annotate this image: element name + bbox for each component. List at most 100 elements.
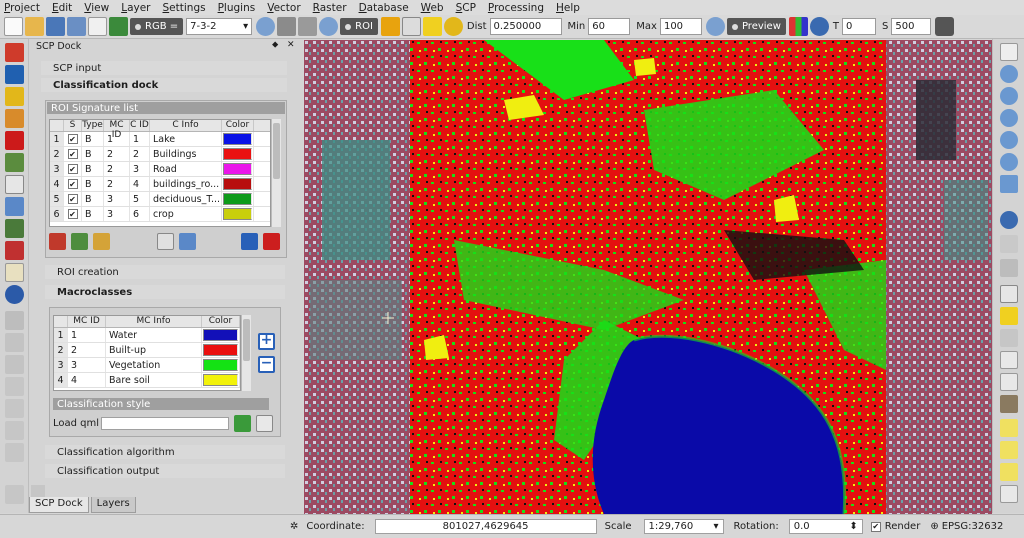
menu-processing[interactable]: Processing (488, 2, 544, 14)
c-id-cell[interactable]: 1 (130, 132, 150, 146)
print-composer-icon[interactable] (88, 17, 107, 36)
roi-creation-section[interactable]: ROI creation (45, 265, 285, 279)
import-signature-icon[interactable] (241, 233, 258, 250)
column-header[interactable]: C Info (150, 120, 222, 131)
post-processing-icon[interactable] (5, 109, 24, 128)
zoom-to-preview-icon[interactable] (705, 17, 725, 36)
table-row[interactable]: 3 3 Vegetation (54, 358, 240, 373)
c-info-cell[interactable]: crop (150, 207, 222, 221)
color-swatch[interactable] (203, 329, 238, 341)
pan-hand-icon[interactable] (1000, 43, 1018, 61)
measure-area-icon[interactable] (1000, 259, 1018, 277)
save-as-icon[interactable] (67, 17, 86, 36)
macroclasses-section[interactable]: Macroclasses (45, 285, 285, 299)
select-feature-icon[interactable] (1000, 285, 1018, 303)
epsg-label[interactable]: EPSG:32632 (942, 521, 1004, 532)
tools-icon[interactable] (5, 219, 24, 238)
zoom-to-image-icon[interactable] (256, 17, 276, 36)
color-cell[interactable] (202, 373, 240, 387)
pre-processing-icon[interactable] (5, 87, 24, 106)
scrollbar-thumb[interactable] (273, 123, 280, 179)
transparency-spinbox[interactable]: 0 (842, 18, 876, 35)
column-header[interactable]: MC ID (68, 316, 106, 327)
zoom-to-roi-icon[interactable] (319, 17, 339, 36)
identify-icon[interactable] (1000, 211, 1018, 229)
measure-icon[interactable] (1000, 235, 1018, 253)
menu-vector[interactable]: Vector (267, 2, 300, 14)
coordinate-field[interactable]: 801027,4629645 (374, 519, 597, 534)
settings-gear-icon[interactable] (5, 285, 24, 304)
menu-edit[interactable]: Edit (52, 2, 72, 14)
reset-qml-icon[interactable] (256, 415, 273, 432)
open-project-icon[interactable] (25, 17, 44, 36)
new-project-icon[interactable] (4, 17, 23, 36)
show-checkbox[interactable]: ✔ (67, 164, 78, 174)
min-spinbox[interactable]: 60 (588, 18, 631, 35)
region-growing-icon[interactable] (401, 17, 421, 36)
local-cumulative-stretch-icon[interactable] (277, 17, 297, 36)
annotation-icon[interactable] (1000, 419, 1018, 437)
mc-info-cell[interactable]: Water (106, 328, 202, 342)
max-spinbox[interactable]: 100 (659, 18, 702, 35)
table-row[interactable]: 3 ✔ B 2 3 Road (50, 162, 270, 177)
color-swatch[interactable] (223, 133, 252, 145)
remove-temporary-files-icon[interactable] (935, 17, 955, 36)
menu-scp[interactable]: SCP (456, 2, 476, 14)
dist-spinbox[interactable]: 0.250000 (489, 18, 562, 35)
remove-icon[interactable] (5, 241, 24, 260)
column-header[interactable]: MC Info (106, 316, 202, 327)
c-info-cell[interactable]: Road (150, 162, 222, 176)
mc-id-cell[interactable]: 1 (68, 328, 106, 342)
menu-layer[interactable]: Layer (121, 2, 150, 14)
scatter-plot-icon[interactable] (5, 175, 24, 194)
color-swatch[interactable] (203, 344, 238, 356)
merge-signature-icon[interactable] (71, 233, 88, 250)
zoom-native-icon[interactable] (1000, 131, 1018, 149)
table-row[interactable]: 1 1 Water (54, 328, 240, 343)
classification-dock-section[interactable]: Classification dock (41, 78, 287, 92)
rotation-spinbox[interactable]: 0.0 ⬍ (788, 519, 863, 534)
dock-tab-scp-dock[interactable]: SCP Dock (29, 497, 89, 513)
mc-id-cell[interactable]: 1 (104, 132, 130, 146)
menu-project[interactable]: Project (4, 2, 40, 14)
signature-scrollbar[interactable] (271, 119, 281, 227)
show-checkbox[interactable]: ✔ (67, 179, 78, 189)
macroclasses-table[interactable]: MC ID MC Info Color 1 1 Water 2 2 Built-up 3 3 Vege… (53, 315, 241, 391)
render-checkbox[interactable]: ✔ (870, 521, 881, 532)
zoom-in-icon[interactable] (1000, 87, 1018, 105)
attribute-table-icon[interactable] (1000, 351, 1018, 369)
table-row[interactable]: 4 4 Bare soil (54, 373, 240, 388)
calculate-signature-icon[interactable] (93, 233, 110, 250)
c-info-cell[interactable]: buildings_ro... (150, 177, 222, 191)
coordinate-toggle-icon[interactable]: ✲ (290, 521, 298, 532)
color-swatch[interactable] (223, 148, 252, 160)
color-swatch[interactable] (223, 178, 252, 190)
show-checkbox[interactable]: ✔ (67, 134, 78, 144)
rgb-combo[interactable]: 7-3-2 ▾ (186, 18, 253, 35)
spectral-plot-button-icon[interactable] (157, 233, 174, 250)
color-cell[interactable] (202, 343, 240, 357)
color-swatch[interactable] (223, 208, 252, 220)
show-checkbox[interactable]: ✔ (67, 149, 78, 159)
save-project-icon[interactable] (46, 17, 65, 36)
menu-settings[interactable]: Settings (163, 2, 206, 14)
color-swatch[interactable] (203, 359, 238, 371)
column-header[interactable]: Type (82, 120, 104, 131)
mc-id-cell[interactable]: 4 (68, 373, 106, 387)
table-row[interactable]: 4 ✔ B 2 4 buildings_ro... (50, 177, 270, 192)
table-row[interactable]: 2 2 Built-up (54, 343, 240, 358)
classification-algorithm-section[interactable]: Classification algorithm (45, 445, 285, 459)
scrollbar-thumb[interactable] (243, 319, 250, 361)
float-icon[interactable]: ⬥ (272, 40, 278, 50)
pan-to-selection-icon[interactable] (1000, 65, 1018, 83)
column-header[interactable]: C ID (130, 120, 150, 131)
color-cell[interactable] (222, 192, 254, 206)
color-cell[interactable] (222, 147, 254, 161)
scp-input-section[interactable]: SCP input (41, 61, 287, 75)
c-id-cell[interactable]: 5 (130, 192, 150, 206)
column-header[interactable]: MC ID (104, 120, 130, 140)
statistics-icon[interactable] (1000, 395, 1018, 413)
table-row[interactable]: 2 ✔ B 2 2 Buildings (50, 147, 270, 162)
dock-tab-layers[interactable]: Layers (90, 497, 136, 513)
menu-web[interactable]: Web (421, 2, 444, 14)
